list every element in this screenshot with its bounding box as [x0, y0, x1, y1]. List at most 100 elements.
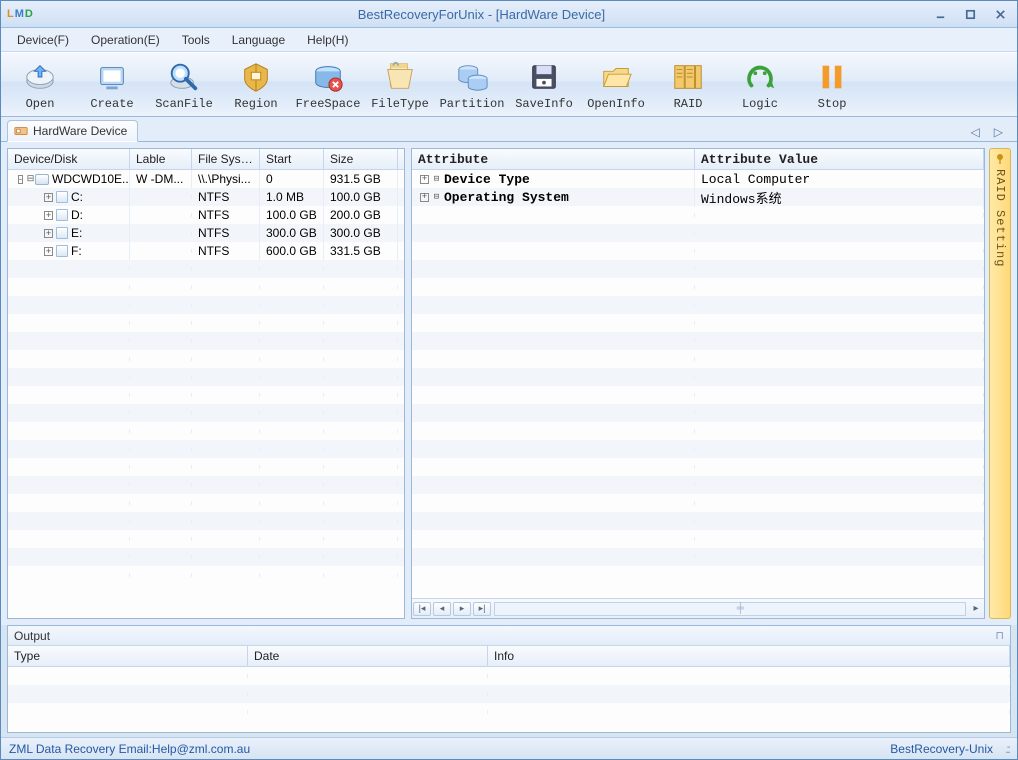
menu-help[interactable]: Help(H)	[299, 30, 356, 50]
region-icon	[238, 59, 274, 95]
saveinfo-icon	[526, 59, 562, 95]
attribute-grid-body[interactable]: +⊟Device TypeLocal Computer+⊟Operating S…	[412, 170, 984, 598]
open-icon	[22, 59, 58, 95]
device-label	[130, 213, 192, 217]
attr-row-empty	[412, 494, 984, 512]
output-pin-icon[interactable]: ⊓	[995, 629, 1004, 642]
status-right-link[interactable]: BestRecovery-Unix	[890, 742, 993, 756]
attr-toggle[interactable]: +	[420, 175, 429, 184]
attr-row-empty	[412, 458, 984, 476]
attr-row-empty	[412, 242, 984, 260]
raid-setting-sidetab[interactable]: RAID Setting	[989, 148, 1011, 619]
menu-language[interactable]: Language	[224, 30, 293, 50]
nav-last-button[interactable]: ▸|	[473, 602, 491, 616]
attr-row-empty	[412, 476, 984, 494]
partition-icon	[454, 59, 490, 95]
menu-device[interactable]: Device(F)	[9, 30, 77, 50]
device-row[interactable]: +D:NTFS100.0 GB200.0 GB	[8, 206, 404, 224]
device-row[interactable]: +C:NTFS1.0 MB100.0 GB	[8, 188, 404, 206]
device-size: 331.5 GB	[324, 242, 398, 260]
device-col-4[interactable]: Size	[324, 149, 398, 169]
device-row-empty	[8, 260, 404, 278]
menu-tools[interactable]: Tools	[174, 30, 218, 50]
volume-icon	[56, 209, 68, 221]
resize-grip[interactable]: .::	[1005, 742, 1009, 756]
device-col-2[interactable]: File Syst...	[192, 149, 260, 169]
out-row-empty	[8, 667, 1010, 685]
tree-toggle[interactable]: +	[44, 229, 53, 238]
create-button[interactable]: Create	[83, 59, 141, 111]
output-panel: Output ⊓ TypeDateInfo	[7, 625, 1011, 733]
freespace-button[interactable]: FreeSpace	[299, 59, 357, 111]
hardware-icon	[14, 124, 28, 138]
device-row[interactable]: +E:NTFS300.0 GB300.0 GB	[8, 224, 404, 242]
device-row-empty	[8, 314, 404, 332]
nav-next-button[interactable]: ▸	[453, 602, 471, 616]
device-col-3[interactable]: Start	[260, 149, 324, 169]
region-button[interactable]: Region	[227, 59, 285, 111]
attr-row-empty	[412, 332, 984, 350]
tree-toggle[interactable]: +	[44, 211, 53, 220]
attr-row-empty	[412, 404, 984, 422]
device-col-1[interactable]: Lable	[130, 149, 192, 169]
volume-icon	[56, 227, 68, 239]
output-header: Output ⊓	[8, 626, 1010, 646]
device-fs: \\.\Physi...	[192, 170, 260, 188]
menu-operation[interactable]: Operation(E)	[83, 30, 168, 50]
nav-scroll-right[interactable]: ▸	[968, 603, 984, 614]
out-col-2[interactable]: Info	[488, 646, 1010, 666]
tree-toggle[interactable]: -	[18, 175, 23, 184]
stop-button[interactable]: Stop	[803, 59, 861, 111]
logic-button[interactable]: Logic	[731, 59, 789, 111]
attr-col-1[interactable]: Attribute Value	[695, 149, 984, 169]
device-start: 300.0 GB	[260, 224, 324, 242]
attr-row[interactable]: +⊟Operating SystemWindows系统	[412, 188, 984, 206]
attr-row-empty	[412, 224, 984, 242]
raid-button[interactable]: RAID	[659, 59, 717, 111]
tabstrip: HardWare Device ◁ ▷	[1, 117, 1017, 142]
attr-col-0[interactable]: Attribute	[412, 149, 695, 169]
out-col-1[interactable]: Date	[248, 646, 488, 666]
attr-row-empty	[412, 548, 984, 566]
device-row[interactable]: -⊟WDCWD10E...W -DM...\\.\Physi...0931.5 …	[8, 170, 404, 188]
attribute-grid-header: AttributeAttribute Value	[412, 149, 984, 170]
device-row-empty	[8, 368, 404, 386]
device-row-empty	[8, 404, 404, 422]
create-label: Create	[90, 97, 133, 111]
device-fs: NTFS	[192, 242, 260, 260]
out-col-0[interactable]: Type	[8, 646, 248, 666]
status-left-link[interactable]: ZML Data Recovery Email:Help@zml.com.au	[9, 742, 250, 756]
close-button[interactable]	[989, 6, 1011, 22]
openinfo-label: OpenInfo	[587, 97, 645, 111]
volume-icon	[56, 191, 68, 203]
attr-row-empty	[412, 386, 984, 404]
device-size: 300.0 GB	[324, 224, 398, 242]
device-row-empty	[8, 440, 404, 458]
tab-next-button[interactable]: ▷	[990, 123, 1007, 141]
tab-hardware-device[interactable]: HardWare Device	[7, 120, 138, 142]
device-name: C:	[71, 190, 83, 204]
saveinfo-button[interactable]: SaveInfo	[515, 59, 573, 111]
minimize-button[interactable]	[929, 6, 951, 22]
maximize-button[interactable]	[959, 6, 981, 22]
device-row[interactable]: +F:NTFS600.0 GB331.5 GB	[8, 242, 404, 260]
scanfile-button[interactable]: ScanFile	[155, 59, 213, 111]
filetype-icon	[382, 59, 418, 95]
nav-first-button[interactable]: |◂	[413, 602, 431, 616]
device-grid-body[interactable]: -⊟WDCWD10E...W -DM...\\.\Physi...0931.5 …	[8, 170, 404, 618]
filetype-button[interactable]: FileType	[371, 59, 429, 111]
nav-prev-button[interactable]: ◂	[433, 602, 451, 616]
menubar: Device(F) Operation(E) Tools Language Help(H…	[1, 28, 1017, 52]
device-row-empty	[8, 458, 404, 476]
attr-toggle[interactable]: +	[420, 193, 429, 202]
tree-toggle[interactable]: +	[44, 193, 53, 202]
openinfo-button[interactable]: OpenInfo	[587, 59, 645, 111]
tab-prev-button[interactable]: ◁	[967, 123, 984, 141]
partition-button[interactable]: Partition	[443, 59, 501, 111]
nav-scrollbar[interactable]: ╪	[494, 602, 966, 616]
tree-toggle[interactable]: +	[44, 247, 53, 256]
output-grid-body[interactable]	[8, 667, 1010, 732]
device-col-0[interactable]: Device/Disk	[8, 149, 130, 169]
device-label	[130, 249, 192, 253]
open-button[interactable]: Open	[11, 59, 69, 111]
